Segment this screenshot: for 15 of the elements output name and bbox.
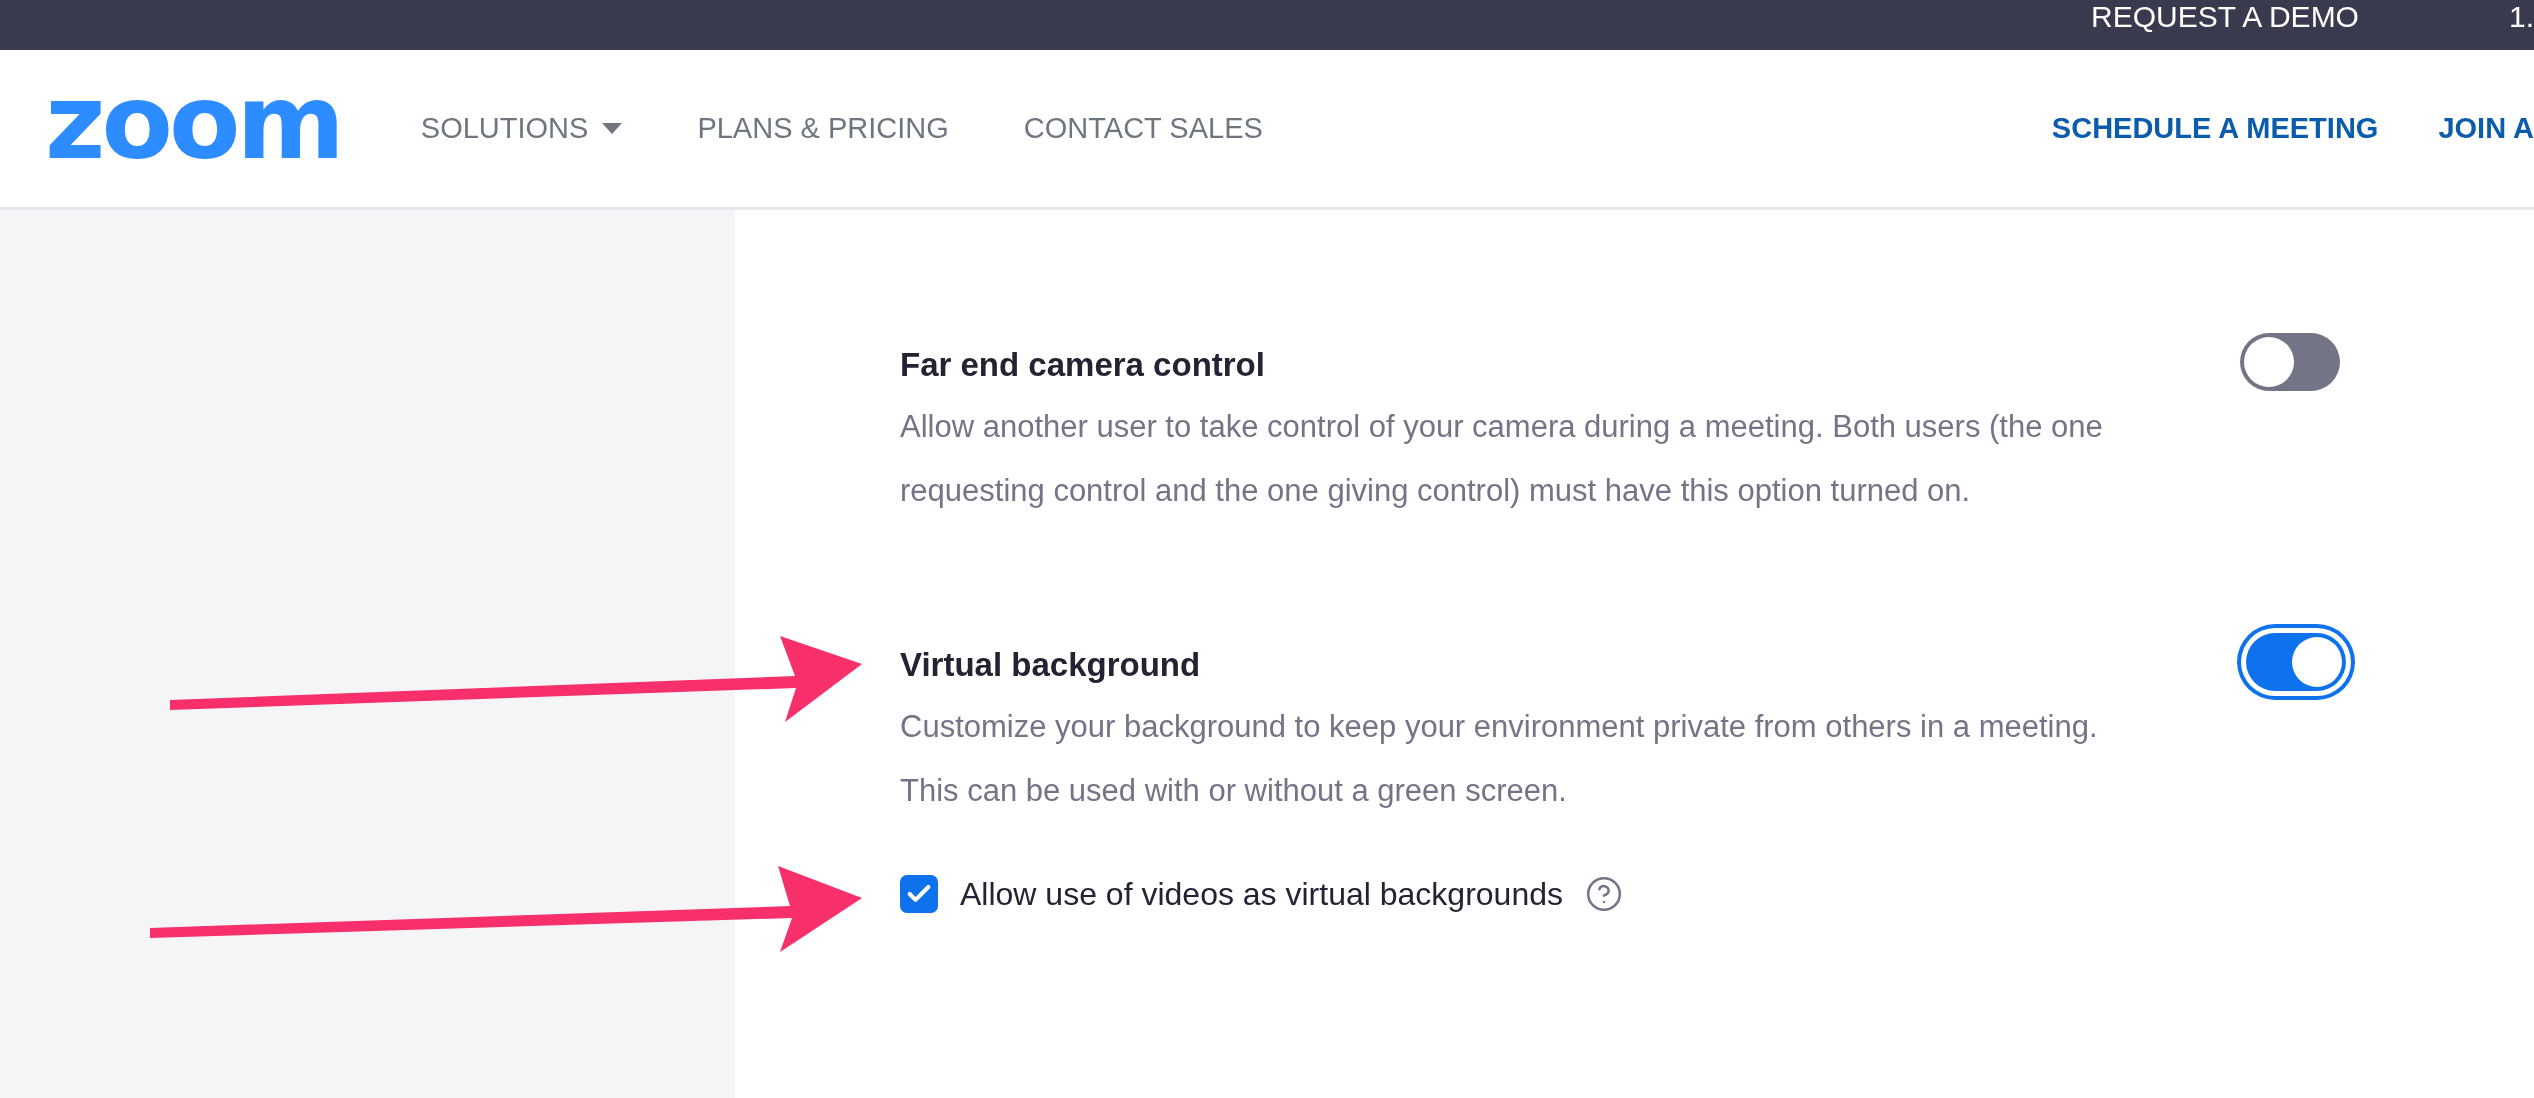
top-link[interactable]: REQUEST A DEMO — [2091, 2, 2359, 32]
nav-link[interactable]: SOLUTIONS — [420, 112, 623, 145]
setting-title: Far end camera control — [900, 345, 1266, 385]
help-icon[interactable] — [1585, 875, 1623, 913]
checkbox[interactable] — [900, 875, 938, 913]
setting-description: Allow another user to take control of your camera during a meeting. Both users (the one requesting control and the one giving control) must have this option turned on. — [900, 408, 2104, 510]
setting-title: Virtual background — [900, 645, 1202, 685]
toggle-switch[interactable] — [2240, 333, 2340, 391]
header-link[interactable]: SCHEDULE A MEETING — [2051, 112, 2379, 145]
nav-link[interactable]: CONTACT SALES — [1023, 112, 1263, 145]
header-link[interactable]: JOIN A — [2438, 112, 2534, 145]
nav-link[interactable]: PLANS & PRICING — [697, 112, 949, 145]
top-link[interactable]: 1. — [2508, 2, 2534, 32]
checkbox-label: Allow use of videos as virtual backgrounds — [960, 875, 1563, 913]
setting-description: Customize your background to keep your environment private from others in a meeting. This can be used with or without a green screen. — [900, 708, 2099, 810]
